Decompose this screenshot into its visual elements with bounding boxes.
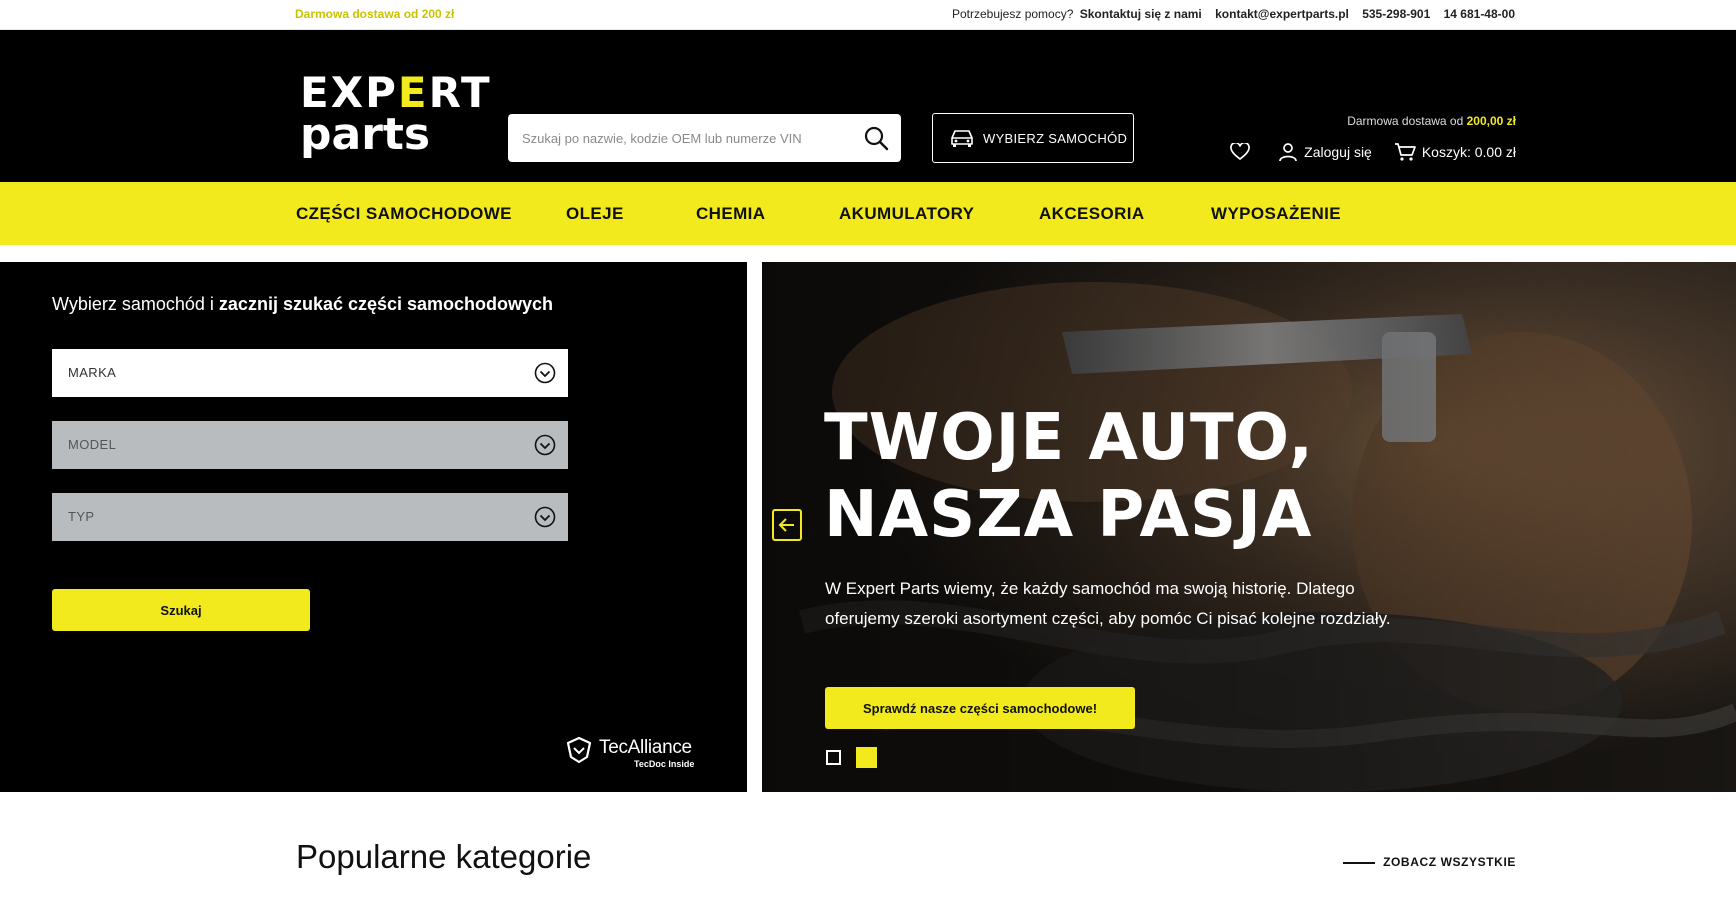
help-text: Potrzebujesz pomocy? xyxy=(951,7,1074,21)
login-label: Zaloguj się xyxy=(1304,144,1372,160)
help-contact: Potrzebujesz pomocy? Skontaktuj się z na… xyxy=(952,7,1515,21)
cart-button[interactable]: Koszyk: 0.00 zł xyxy=(1394,142,1516,162)
popular-categories-title: Popularne kategorie xyxy=(296,838,592,875)
logo-line-2: parts xyxy=(300,109,431,160)
shipping-info: Darmowa dostawa od 200,00 zł xyxy=(1347,114,1516,128)
search-icon[interactable] xyxy=(863,125,889,151)
hero-heading: TWOJE AUTO, NASZA PASJA xyxy=(824,401,1314,552)
login-button[interactable]: Zaloguj się xyxy=(1278,142,1372,162)
shipping-threshold: 200,00 zł xyxy=(1466,114,1516,128)
chevron-down-icon xyxy=(534,362,556,384)
cart-label: Koszyk: 0.00 zł xyxy=(1421,144,1516,160)
free-shipping-promo: Darmowa dostawa od 200 zł xyxy=(295,7,455,21)
tecdoc-label: TecDoc Inside xyxy=(634,759,695,769)
top-bar: Darmowa dostawa od 200 zł Potrzebujesz p… xyxy=(0,0,1736,30)
wishlist-button[interactable] xyxy=(1230,143,1256,161)
nav-item-batteries[interactable]: AKUMULATORY xyxy=(839,204,974,224)
make-select-value: MARKA xyxy=(68,365,117,380)
nav-item-car-parts[interactable]: CZĘŚCI SAMOCHODOWE xyxy=(296,204,512,224)
see-all-link[interactable]: ZOBACZ WSZYSTKIE xyxy=(1343,855,1516,869)
car-finder-title: Wybierz samochód i zacznij szukać części… xyxy=(52,294,554,314)
cart-icon xyxy=(1394,143,1416,161)
model-select-value: MODEL xyxy=(68,437,117,452)
slider-prev-button[interactable] xyxy=(772,509,802,541)
chevron-down-icon xyxy=(534,434,556,456)
slider-dot-2[interactable] xyxy=(856,747,877,768)
search-box xyxy=(508,114,901,162)
tecalliance-shield-icon xyxy=(566,736,592,764)
email-link[interactable]: kontakt@expertparts.pl xyxy=(1215,7,1349,21)
arrow-left-icon xyxy=(778,518,794,532)
car-icon xyxy=(951,130,973,147)
contact-link[interactable]: Skontaktuj się z nami xyxy=(1080,7,1202,21)
hero-cta-button[interactable]: Sprawdź nasze części samochodowe! xyxy=(825,687,1135,729)
choose-car-label: WYBIERZ SAMOCHÓD xyxy=(983,131,1128,146)
phone-link-1[interactable]: 535-298-901 xyxy=(1362,7,1430,21)
chevron-down-icon xyxy=(534,506,556,528)
main-nav: CZĘŚCI SAMOCHODOWE OLEJE CHEMIA AKUMULAT… xyxy=(0,182,1736,245)
search-input[interactable] xyxy=(522,114,842,162)
type-select-value: TYP xyxy=(68,509,95,524)
make-select[interactable]: MARKA xyxy=(52,349,568,397)
site-header: EXPERT parts WYBIERZ SAMOCHÓD Darmowa do… xyxy=(0,30,1736,182)
type-select[interactable]: TYP xyxy=(52,493,568,541)
heart-icon xyxy=(1230,143,1250,161)
model-select[interactable]: MODEL xyxy=(52,421,568,469)
tecalliance-name: TecAlliance xyxy=(599,737,692,758)
see-all-line xyxy=(1343,861,1376,864)
slider-dot-1[interactable] xyxy=(826,750,841,765)
nav-item-accessories[interactable]: AKCESORIA xyxy=(1039,204,1145,224)
nav-item-chemicals[interactable]: CHEMIA xyxy=(696,204,765,224)
hero-slider: TWOJE AUTO, NASZA PASJA W Expert Parts w… xyxy=(762,262,1736,792)
choose-car-button[interactable]: WYBIERZ SAMOCHÓD xyxy=(932,113,1134,163)
nav-item-equipment[interactable]: WYPOSAŻENIE xyxy=(1211,204,1341,224)
phone-link-2[interactable]: 14 681-48-00 xyxy=(1444,7,1515,21)
tecalliance-logo: TecAlliance TecDoc Inside xyxy=(565,734,705,774)
user-icon xyxy=(1279,143,1297,162)
expert-parts-logo[interactable]: EXPERT parts xyxy=(300,70,490,186)
car-finder-search-button[interactable]: Szukaj xyxy=(52,589,310,631)
car-finder: Wybierz samochód i zacznij szukać części… xyxy=(0,262,747,792)
nav-item-oils[interactable]: OLEJE xyxy=(566,204,624,224)
hero-description: W Expert Parts wiemy, że każdy samochód … xyxy=(825,579,1391,628)
account-bar: Zaloguj się Koszyk: 0.00 zł xyxy=(1208,140,1516,164)
